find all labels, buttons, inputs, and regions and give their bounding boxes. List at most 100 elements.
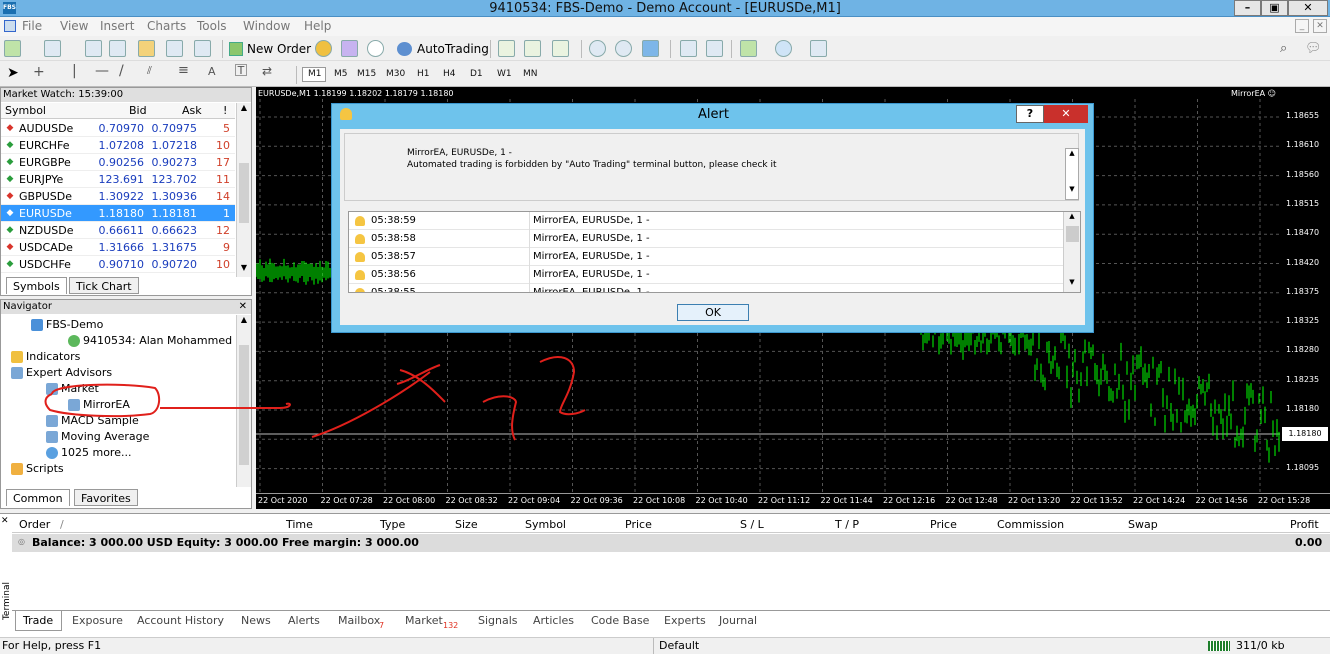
fibonacci-icon[interactable]: ≡	[178, 63, 189, 78]
text-icon[interactable]: A	[208, 65, 216, 78]
crosshair-icon[interactable]: +	[33, 64, 45, 80]
nav-item-market[interactable]: Market	[46, 381, 99, 397]
timeframe-h1[interactable]: H1	[417, 67, 430, 81]
tab-symbols[interactable]: Symbols	[6, 277, 67, 294]
community-icon[interactable]	[341, 40, 358, 57]
tab-articles[interactable]: Articles	[533, 612, 574, 630]
scroll-up-icon[interactable]: ▲	[237, 315, 251, 324]
tab-mailbox[interactable]: Mailbox	[338, 612, 380, 630]
nav-item-fbs-demo[interactable]: FBS-Demo	[31, 317, 103, 333]
indicators-icon[interactable]	[740, 40, 757, 57]
tab-trade[interactable]: Trade	[23, 612, 53, 630]
scroll-up-icon[interactable]: ▲	[1064, 212, 1080, 220]
chat-icon[interactable]: 💬︎	[1305, 41, 1322, 56]
navigator-icon[interactable]	[138, 40, 155, 57]
market-watch-row[interactable]: ◆ AUDUSDe 0.70970 0.70975 5	[1, 120, 235, 137]
market-watch-icon[interactable]	[85, 40, 102, 57]
zoom-out-icon[interactable]	[615, 40, 632, 57]
alert-log-row[interactable]: 05:38:58 MirrorEA, EURUSDe, 1 -	[349, 230, 1063, 248]
alert-ok-button[interactable]: OK	[677, 304, 749, 321]
text-label-icon[interactable]: T	[235, 64, 247, 76]
templates-icon[interactable]	[810, 40, 827, 57]
market-watch-row[interactable]: ◆ EURJPYe 123.691 123.702 11	[1, 171, 235, 188]
timeframe-m30[interactable]: M30	[386, 67, 405, 81]
scroll-down-icon[interactable]: ▼	[1066, 185, 1078, 193]
scroll-thumb[interactable]	[239, 163, 249, 223]
nav-item-scripts[interactable]: Scripts	[11, 461, 64, 477]
menu-view[interactable]: View	[60, 17, 88, 36]
nav-item-macd[interactable]: MACD Sample	[46, 413, 139, 429]
mdi-close-button[interactable]: ✕	[1313, 19, 1327, 33]
menu-insert[interactable]: Insert	[100, 17, 134, 36]
profiles-icon[interactable]	[44, 40, 61, 57]
menu-tools[interactable]: Tools	[197, 17, 227, 36]
candlestick-icon[interactable]	[524, 40, 541, 57]
horizontal-line-icon[interactable]: —	[95, 63, 109, 79]
col-sl[interactable]: S / L	[740, 518, 764, 531]
data-window-icon[interactable]	[109, 40, 126, 57]
timeframe-m15[interactable]: M15	[357, 67, 376, 81]
terminal-close-icon[interactable]: ✕	[1, 516, 9, 526]
alert-help-button[interactable]: ?	[1016, 105, 1044, 123]
market-watch-row[interactable]: ◆ EURUSDe 1.18180 1.18181 1	[1, 205, 235, 222]
col-profit[interactable]: Profit	[1290, 518, 1319, 531]
market-watch-row[interactable]: ◆ GBPUSDe 1.30922 1.30936 14	[1, 188, 235, 205]
menu-charts[interactable]: Charts	[147, 17, 186, 36]
scroll-up-icon[interactable]: ▲	[1066, 149, 1078, 157]
col-bid[interactable]: Bid	[129, 104, 147, 117]
new-chart-icon[interactable]	[4, 40, 21, 57]
tab-exposure[interactable]: Exposure	[72, 612, 123, 630]
search-icon[interactable]: ⌕	[1280, 41, 1287, 56]
tab-news[interactable]: News	[241, 612, 271, 630]
tab-alerts[interactable]: Alerts	[288, 612, 320, 630]
log-scrollbar[interactable]: ▲ ▼	[1063, 212, 1080, 292]
vertical-line-icon[interactable]: |	[72, 63, 77, 79]
col-time[interactable]: Time	[286, 518, 313, 531]
tab-journal[interactable]: Journal	[719, 612, 757, 630]
market-watch-row[interactable]: ◆ EURGBPe 0.90256 0.90273 17	[1, 154, 235, 171]
ea-smiley-label[interactable]: MirrorEA ☺	[1231, 89, 1276, 98]
tab-code-base[interactable]: Code Base	[591, 612, 649, 630]
scroll-thumb[interactable]	[1066, 226, 1079, 242]
timeframe-h4[interactable]: H4	[443, 67, 456, 81]
menu-file[interactable]: File	[22, 17, 42, 36]
arrows-icon[interactable]: ⇄	[262, 64, 272, 78]
alert-log-row[interactable]: 05:38:56 MirrorEA, EURUSDe, 1 -	[349, 266, 1063, 284]
alert-close-button[interactable]: ✕	[1044, 105, 1088, 123]
mdi-minimize-button[interactable]: _	[1295, 19, 1309, 33]
alert-log-row[interactable]: 05:38:59 MirrorEA, EURUSDe, 1 -	[349, 212, 1063, 230]
zoom-in-icon[interactable]	[589, 40, 606, 57]
terminal-icon[interactable]	[166, 40, 183, 57]
nav-item-more[interactable]: 1025 more...	[46, 445, 131, 461]
col-swap[interactable]: Swap	[1128, 518, 1158, 531]
scroll-up-icon[interactable]: ▲	[237, 103, 251, 112]
col-order[interactable]: Order	[19, 518, 50, 531]
maximize-button[interactable]: ▣	[1261, 0, 1288, 16]
market-watch-row[interactable]: ◆ USDCHFe 0.90710 0.90720 10	[1, 256, 235, 273]
col-price-current[interactable]: Price	[930, 518, 957, 531]
tab-favorites[interactable]: Favorites	[74, 489, 138, 506]
cursor-icon[interactable]: ➤	[7, 65, 19, 81]
nav-item-mirrorea[interactable]: MirrorEA	[68, 397, 130, 413]
navigator-scrollbar[interactable]: ▲	[236, 315, 251, 487]
tab-tick-chart[interactable]: Tick Chart	[69, 277, 139, 294]
nav-item-expert-advisors[interactable]: Expert Advisors	[11, 365, 112, 381]
col-tp[interactable]: T / P	[835, 518, 859, 531]
col-commission[interactable]: Commission	[997, 518, 1064, 531]
menu-help[interactable]: Help	[304, 17, 331, 36]
trendline-icon[interactable]: /	[119, 63, 124, 79]
timeframe-m5[interactable]: M5	[334, 67, 348, 81]
strategy-tester-icon[interactable]	[194, 40, 211, 57]
col-spread[interactable]: !	[223, 104, 227, 117]
menu-window[interactable]: Window	[243, 17, 290, 36]
tab-account-history[interactable]: Account History	[137, 612, 224, 630]
line-chart-icon[interactable]	[552, 40, 569, 57]
minimize-button[interactable]: –	[1234, 0, 1261, 16]
market-watch-scrollbar[interactable]: ▲ ▼	[236, 103, 251, 277]
new-order-button[interactable]: New Order	[229, 39, 311, 59]
tab-signals[interactable]: Signals	[478, 612, 518, 630]
col-type[interactable]: Type	[380, 518, 405, 531]
status-profile[interactable]: Default	[659, 638, 699, 654]
nav-item-moving-average[interactable]: Moving Average	[46, 429, 149, 445]
col-ask[interactable]: Ask	[182, 104, 202, 117]
